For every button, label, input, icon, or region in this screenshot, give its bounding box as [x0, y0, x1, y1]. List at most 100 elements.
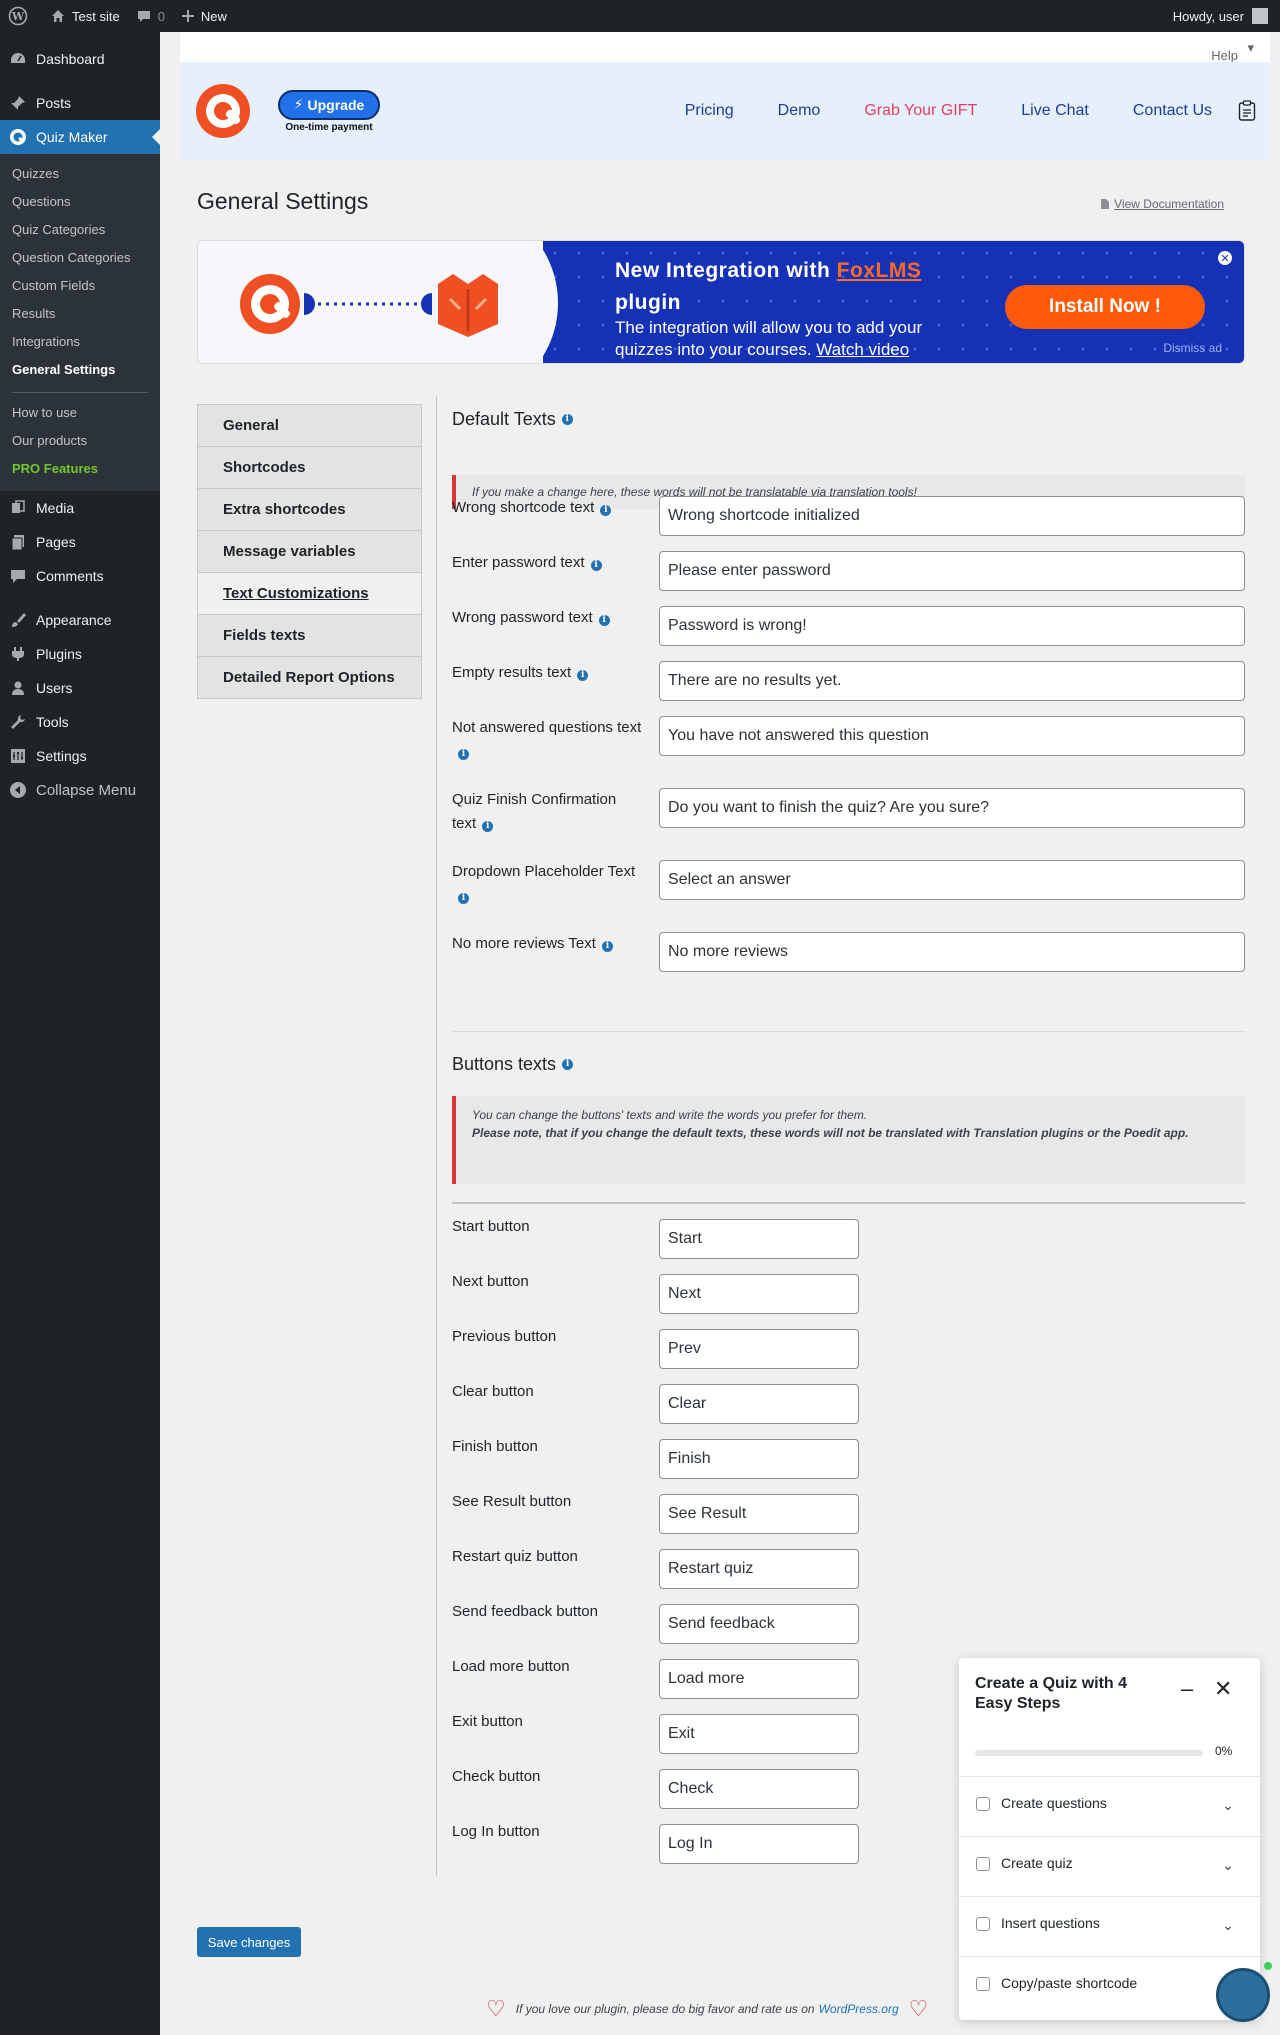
text-input[interactable]: There are no results yet. — [659, 661, 1245, 701]
tab-detailed-report-options[interactable]: Detailed Report Options — [197, 656, 422, 699]
nav-live-chat[interactable]: Live Chat — [1021, 102, 1089, 120]
save-changes-button[interactable]: Save changes — [197, 1927, 301, 1957]
tab-fields-texts[interactable]: Fields texts — [197, 614, 422, 657]
text-input[interactable]: You have not answered this question — [659, 716, 1245, 756]
submenu-how-to-use[interactable]: How to use — [0, 399, 160, 427]
view-documentation-link[interactable]: View Documentation — [1100, 197, 1224, 211]
collapse-menu-button[interactable]: Collapse Menu — [0, 773, 160, 807]
tab-extra-shortcodes[interactable]: Extra shortcodes — [197, 488, 422, 531]
button-text-input[interactable]: Check — [659, 1769, 859, 1809]
menu-tools[interactable]: Tools — [0, 705, 160, 739]
submenu-integrations[interactable]: Integrations — [0, 328, 160, 356]
info-icon[interactable]: i — [562, 1058, 574, 1070]
info-icon[interactable]: i — [590, 559, 602, 571]
step-checkbox[interactable] — [976, 1917, 990, 1931]
help-tab-button[interactable]: Help ▾ — [1211, 40, 1254, 63]
button-text-input[interactable]: Send feedback — [659, 1604, 859, 1644]
button-text-input[interactable]: Prev — [659, 1329, 859, 1369]
field-label: Finish button — [452, 1438, 538, 1455]
tab-general[interactable]: General — [197, 404, 422, 447]
submenu-custom-fields[interactable]: Custom Fields — [0, 272, 160, 300]
nav-contact-us[interactable]: Contact Us — [1133, 102, 1212, 120]
wordpress-logo-icon[interactable]: W — [0, 0, 42, 32]
step-checkbox[interactable] — [976, 1857, 990, 1871]
submenu-pro-features[interactable]: PRO Features — [0, 455, 160, 483]
submenu-quiz-categories[interactable]: Quiz Categories — [0, 216, 160, 244]
button-text-input[interactable]: Exit — [659, 1714, 859, 1754]
chevron-down-icon[interactable]: ⌄ — [1222, 1797, 1234, 1814]
menu-media[interactable]: Media — [0, 491, 160, 525]
tab-message-variables[interactable]: Message variables — [197, 530, 422, 573]
step-item[interactable]: Copy/paste shortcode⌄ — [959, 1956, 1260, 2016]
menu-settings[interactable]: Settings — [0, 739, 160, 773]
submenu-our-products[interactable]: Our products — [0, 427, 160, 455]
button-text-input[interactable]: See Result — [659, 1494, 859, 1534]
info-icon[interactable]: i — [482, 820, 494, 832]
menu-pages[interactable]: Pages — [0, 525, 160, 559]
step-checkbox[interactable] — [976, 1797, 990, 1811]
button-text-input[interactable]: Log In — [659, 1824, 859, 1864]
menu-posts[interactable]: Posts — [0, 86, 160, 120]
chevron-down-icon[interactable]: ⌄ — [1222, 1917, 1234, 1934]
submenu-results[interactable]: Results — [0, 300, 160, 328]
info-icon[interactable]: i — [561, 413, 573, 425]
menu-comments[interactable]: Comments — [0, 559, 160, 593]
comments-link[interactable]: 0 — [128, 0, 173, 32]
step-checkbox[interactable] — [976, 1977, 990, 1991]
info-icon[interactable]: i — [600, 504, 612, 516]
nav-grab-gift[interactable]: Grab Your GIFT — [864, 102, 977, 120]
button-text-input[interactable]: Next — [659, 1274, 859, 1314]
clipboard-icon[interactable] — [1238, 100, 1256, 122]
install-now-button[interactable]: Install Now ! — [1005, 285, 1205, 329]
upgrade-button[interactable]: ⚡ Upgrade — [278, 89, 380, 120]
info-icon[interactable]: i — [601, 940, 613, 952]
submenu-quizzes[interactable]: Quizzes — [0, 160, 160, 188]
menu-plugins[interactable]: Plugins — [0, 637, 160, 671]
menu-quiz-maker[interactable]: Quiz Maker — [0, 120, 160, 154]
close-icon[interactable]: ✕ — [1214, 1676, 1232, 1702]
dismiss-ad-link[interactable]: Dismiss ad — [1163, 341, 1222, 355]
field-label: Enter password text i — [452, 551, 642, 575]
menu-dashboard[interactable]: Dashboard — [0, 42, 160, 76]
text-input[interactable]: Do you want to finish the quiz? Are you … — [659, 788, 1245, 828]
nav-demo[interactable]: Demo — [778, 102, 821, 120]
text-input[interactable]: Select an answer — [659, 860, 1245, 900]
site-name-link[interactable]: Test site — [42, 0, 128, 32]
tab-shortcodes[interactable]: Shortcodes — [197, 446, 422, 489]
info-icon[interactable]: i — [598, 614, 610, 626]
menu-appearance[interactable]: Appearance — [0, 603, 160, 637]
quiz-maker-logo-icon[interactable] — [194, 82, 252, 140]
close-icon[interactable]: ✕ — [1218, 251, 1232, 265]
nav-pricing[interactable]: Pricing — [685, 102, 734, 120]
text-input[interactable]: Password is wrong! — [659, 606, 1245, 646]
menu-users[interactable]: Users — [0, 671, 160, 705]
wordpress-org-link[interactable]: WordPress.org — [819, 2002, 899, 2016]
step-label: Insert questions — [1001, 1915, 1100, 1931]
chat-bubble-button[interactable] — [1216, 1968, 1270, 2022]
info-icon[interactable]: i — [458, 748, 469, 760]
foxlms-link[interactable]: FoxLMS — [837, 259, 922, 282]
minimize-icon[interactable]: – — [1181, 1676, 1193, 1702]
submenu-questions[interactable]: Questions — [0, 188, 160, 216]
tab-text-customizations[interactable]: Text Customizations — [197, 572, 422, 615]
view-documentation-label: View Documentation — [1114, 197, 1224, 211]
text-input[interactable]: Please enter password — [659, 551, 1245, 591]
new-content-link[interactable]: New — [173, 0, 235, 32]
text-input[interactable]: No more reviews — [659, 932, 1245, 972]
step-item[interactable]: Insert questions ⌄ — [959, 1896, 1260, 1956]
info-icon[interactable]: i — [577, 669, 589, 681]
button-text-input[interactable]: Finish — [659, 1439, 859, 1479]
info-icon[interactable]: i — [458, 892, 469, 904]
button-text-input[interactable]: Restart quiz — [659, 1549, 859, 1589]
button-text-input[interactable]: Load more — [659, 1659, 859, 1699]
step-item[interactable]: Create questions ⌄ — [959, 1776, 1260, 1836]
watch-video-link[interactable]: Watch video — [816, 340, 909, 359]
submenu-question-categories[interactable]: Question Categories — [0, 244, 160, 272]
chevron-down-icon[interactable]: ⌄ — [1222, 1857, 1234, 1874]
step-item[interactable]: Create quiz ⌄ — [959, 1836, 1260, 1896]
text-input[interactable]: Wrong shortcode initialized — [659, 496, 1245, 536]
my-account-link[interactable]: Howdy, user — [1165, 0, 1280, 32]
submenu-general-settings[interactable]: General Settings — [0, 356, 160, 384]
button-text-input[interactable]: Clear — [659, 1384, 859, 1424]
button-text-input[interactable]: Start — [659, 1219, 859, 1259]
